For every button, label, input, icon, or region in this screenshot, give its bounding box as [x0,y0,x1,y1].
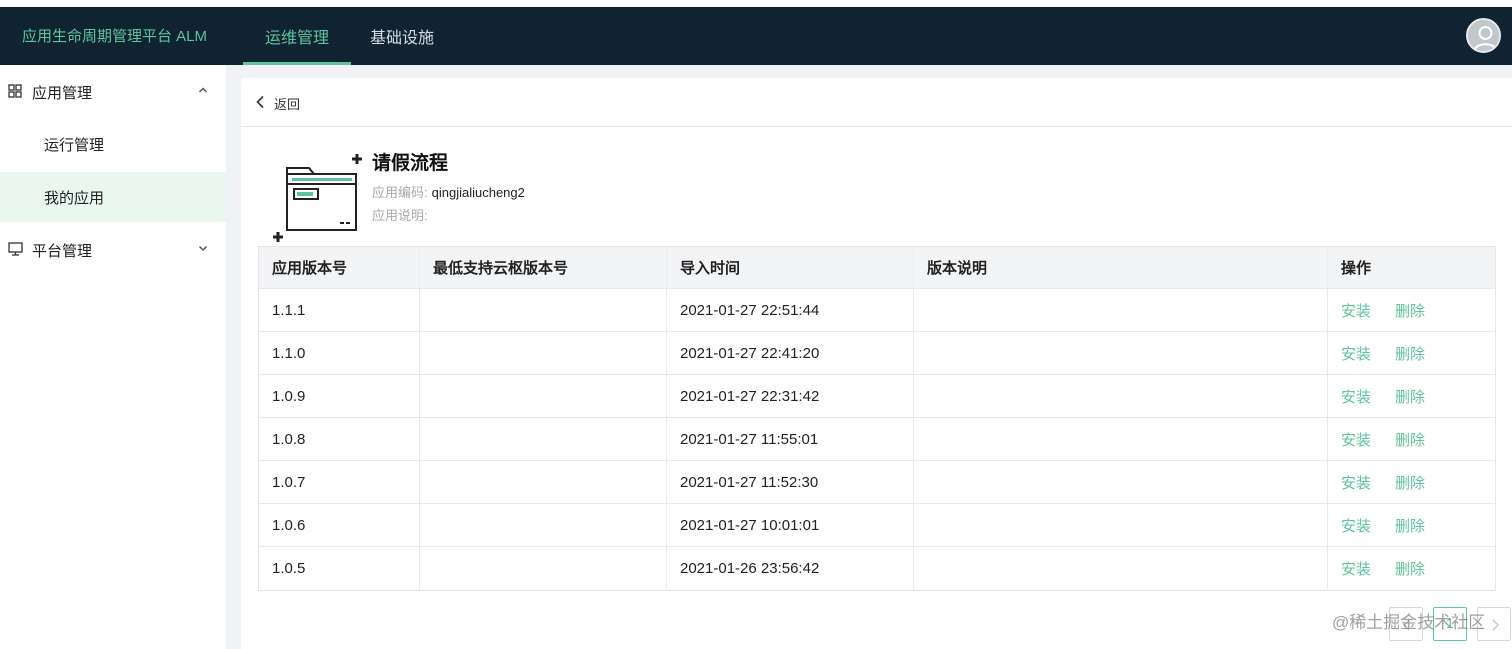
version-cell: 1.1.0 [259,332,420,374]
import-time-cell: 2021-01-26 23:56:42 [667,547,914,590]
sidebar: 应用管理 运行管理 我的应用 平台管理 [0,65,226,649]
table-row: 1.0.7 2021-01-27 11:52:30 安装 删除 [259,461,1495,504]
sidebar-item-label: 我的应用 [44,190,105,207]
chevron-up-icon [198,87,208,93]
install-button[interactable]: 安装 [1341,343,1371,364]
actions-cell: 安装 删除 [1328,289,1497,331]
delete-button[interactable]: 删除 [1395,472,1425,493]
app-name: 请假流程 [372,153,449,174]
back-bar: 返回 [241,78,1512,127]
app-code-value: qingjialiucheng2 [431,185,525,200]
min-version-cell [420,504,667,546]
delete-button[interactable]: 删除 [1395,300,1425,321]
app-brand-title: 应用生命周期管理平台 ALM [22,28,208,45]
user-icon [1473,26,1498,51]
notes-cell [914,289,1328,331]
install-button[interactable]: 安装 [1341,429,1371,450]
chevron-left-icon[interactable] [255,95,265,109]
delete-button[interactable]: 删除 [1395,558,1425,579]
import-time-cell: 2021-01-27 22:51:44 [667,289,914,331]
top-navigation-bar: 应用生命周期管理平台 ALM 运维管理 基础设施 [0,0,1512,65]
grid-icon [8,84,22,98]
column-header-notes: 版本说明 [914,247,1328,288]
import-time-cell: 2021-01-27 11:55:01 [667,418,914,460]
sidebar-group-label: 应用管理 [32,85,93,102]
delete-button[interactable]: 删除 [1395,386,1425,407]
sidebar-group-label: 平台管理 [32,243,93,260]
table-row: 1.1.1 2021-01-27 22:51:44 安装 删除 [259,289,1495,332]
table-row: 1.0.9 2021-01-27 22:31:42 安装 删除 [259,375,1495,418]
version-cell: 1.0.5 [259,547,420,590]
version-table: 应用版本号 最低支持云枢版本号 导入时间 版本说明 操作 1.1.1 2021-… [258,246,1496,591]
actions-cell: 安装 删除 [1328,504,1497,546]
import-time-cell: 2021-01-27 10:01:01 [667,504,914,546]
notes-cell [914,375,1328,417]
version-cell: 1.0.6 [259,504,420,546]
monitor-icon [8,242,23,256]
back-button[interactable]: 返回 [274,94,300,113]
user-avatar[interactable] [1466,18,1501,53]
column-header-import-time: 导入时间 [667,247,914,288]
version-cell: 1.0.8 [259,418,420,460]
app-description-row: 应用说明: [372,205,432,224]
min-version-cell [420,547,667,590]
column-header-actions: 操作 [1341,260,1372,277]
import-time-cell: 2021-01-27 11:52:30 [667,461,914,503]
min-version-cell [420,375,667,417]
app-code-row: 应用编码: qingjialiucheng2 [372,182,525,201]
notes-cell [914,418,1328,460]
delete-button[interactable]: 删除 [1395,515,1425,536]
install-button[interactable]: 安装 [1341,386,1371,407]
install-button[interactable]: 安装 [1341,300,1371,321]
min-version-cell [420,418,667,460]
min-version-cell [420,461,667,503]
table-header-row: 应用版本号 最低支持云枢版本号 导入时间 版本说明 操作 [259,247,1495,289]
column-header-version: 应用版本号 [259,247,420,288]
actions-cell: 安装 删除 [1328,461,1497,503]
table-row: 1.0.5 2021-01-26 23:56:42 安装 删除 [259,547,1495,590]
import-time-cell: 2021-01-27 22:41:20 [667,332,914,374]
notes-cell [914,461,1328,503]
sidebar-group-platform-management[interactable]: 平台管理 [0,223,226,275]
app-code-label: 应用编码: [372,185,428,200]
actions-cell: 安装 删除 [1328,547,1497,590]
install-button[interactable]: 安装 [1341,515,1371,536]
notes-cell [914,547,1328,590]
actions-cell: 安装 删除 [1328,332,1497,374]
main-content: 返回 请假流程 应用编码: qingjialiucheng2 应用说明: 应用版本… [241,78,1512,649]
min-version-cell [420,289,667,331]
watermark: @稀土掘金技术社区 [1332,613,1486,632]
sidebar-item-my-apps[interactable]: 我的应用 [0,172,226,222]
chevron-down-icon [198,245,208,252]
sidebar-group-app-management[interactable]: 应用管理 [0,65,226,117]
nav-tab-ops-management[interactable]: 运维管理 [242,24,352,65]
sidebar-item-label: 运行管理 [44,137,105,154]
table-row: 1.0.6 2021-01-27 10:01:01 安装 删除 [259,504,1495,547]
actions-cell: 安装 删除 [1328,418,1497,460]
min-version-cell [420,332,667,374]
app-description-label: 应用说明: [372,208,428,223]
version-cell: 1.0.7 [259,461,420,503]
notes-cell [914,504,1328,546]
nav-tab-infrastructure[interactable]: 基础设施 [370,24,434,65]
install-button[interactable]: 安装 [1341,472,1371,493]
table-row: 1.1.0 2021-01-27 22:41:20 安装 删除 [259,332,1495,375]
version-cell: 1.1.1 [259,289,420,331]
actions-cell: 安装 删除 [1328,375,1497,417]
version-cell: 1.0.9 [259,375,420,417]
import-time-cell: 2021-01-27 22:31:42 [667,375,914,417]
delete-button[interactable]: 删除 [1395,429,1425,450]
delete-button[interactable]: 删除 [1395,343,1425,364]
folder-app-icon [273,154,362,242]
notes-cell [914,332,1328,374]
install-button[interactable]: 安装 [1341,558,1371,579]
column-header-min-version: 最低支持云枢版本号 [420,247,667,288]
table-row: 1.0.8 2021-01-27 11:55:01 安装 删除 [259,418,1495,461]
sidebar-item-run-management[interactable]: 运行管理 [0,119,226,169]
